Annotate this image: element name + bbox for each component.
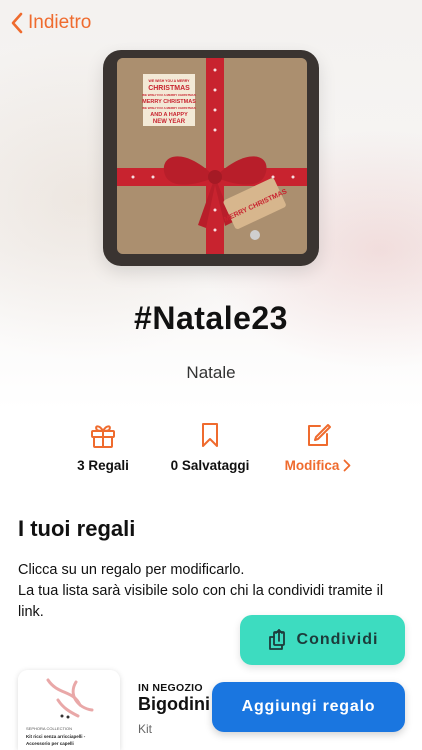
edit-icon: [308, 424, 331, 446]
back-label: Indietro: [28, 12, 92, 33]
chevron-right-icon: [343, 459, 351, 472]
svg-text:SEPHORA COLLECTION: SEPHORA COLLECTION: [26, 726, 72, 731]
bookmark-icon: [202, 423, 218, 447]
add-gift-button[interactable]: Aggiungi regalo: [212, 682, 405, 732]
gifts-section-title: I tuoi regali: [18, 516, 136, 541]
list-cover-image: WE WISH YOU A MERRY CHRISTMAS WE WISH YO…: [103, 50, 319, 266]
add-gift-label: Aggiungi regalo: [241, 698, 376, 715]
edit-button[interactable]: Modifica: [258, 420, 378, 473]
svg-text:MERRY CHRISTMAS: MERRY CHRISTMAS: [142, 99, 196, 105]
gifts-section-description: Clicca su un regalo per modificarlo. La …: [18, 560, 410, 623]
gift-store-tag: IN NEGOZIO: [138, 682, 203, 694]
back-button[interactable]: Indietro: [10, 12, 91, 34]
chevron-left-icon: [11, 12, 23, 34]
share-label: Condividi: [296, 631, 379, 648]
edit-label: Modifica: [284, 458, 340, 473]
list-title: #Natale23: [134, 300, 288, 336]
svg-text:WE WISH YOU A MERRY CHRISTMAS: WE WISH YOU A MERRY CHRISTMAS: [142, 93, 196, 97]
svg-text:CHRISTMAS: CHRISTMAS: [148, 85, 190, 92]
share-button[interactable]: Condividi: [240, 615, 405, 665]
svg-text:AND A HAPPY: AND A HAPPY: [150, 112, 188, 118]
gift-category: Kit: [138, 722, 153, 736]
svg-text:WE WISH YOU A MERRY: WE WISH YOU A MERRY: [149, 79, 191, 83]
svg-text:NEW YEAR: NEW YEAR: [153, 119, 186, 125]
stat-saved[interactable]: 0 Salvataggi: [150, 420, 270, 473]
gift-icon: [91, 425, 115, 448]
share-icon: [268, 629, 285, 650]
gift-thumbnail: SEPHORA COLLECTION Kit ricci senza arric…: [18, 670, 120, 750]
svg-text:Accessorio per capelli: Accessorio per capelli: [26, 741, 74, 746]
description-line-1: Clicca su un regalo per modificarlo.: [18, 562, 245, 578]
stat-gifts[interactable]: 3 Regali: [43, 420, 163, 473]
list-stats: 3 Regali 0 Salvataggi Modifica: [0, 420, 422, 480]
saved-count-label: 0 Salvataggi: [170, 458, 250, 473]
gifts-count-label: 3 Regali: [77, 458, 129, 473]
list-subtitle: Natale: [186, 363, 236, 382]
svg-text:Kit ricci senza arricciapelli: Kit ricci senza arricciapelli -: [26, 734, 86, 739]
svg-text:WE WISH YOU A MERRY CHRISTMAS: WE WISH YOU A MERRY CHRISTMAS: [142, 106, 196, 110]
